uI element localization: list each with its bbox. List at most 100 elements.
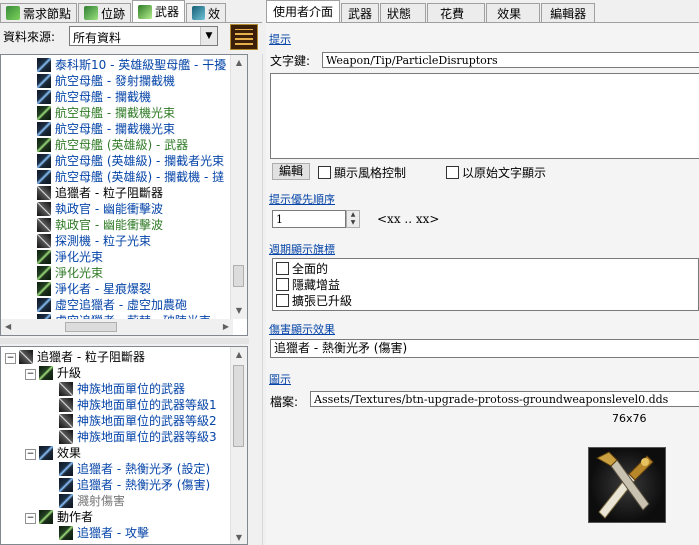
edit-button[interactable]: 編輯 — [272, 163, 310, 180]
tree-leaf[interactable]: 濺射傷害 — [5, 493, 217, 509]
tab-weapons[interactable]: 武器 — [132, 0, 186, 22]
scroll-up-icon[interactable]: ▲ — [231, 347, 247, 363]
horizontal-splitter[interactable] — [0, 338, 262, 344]
unit-portrait-icon — [37, 218, 51, 232]
flag-item[interactable]: 隱藏增益 — [273, 277, 698, 293]
flag-item[interactable]: 擴張已升級 — [273, 293, 698, 309]
tab-editor[interactable]: 編輯器 — [541, 3, 596, 22]
collapse-icon[interactable]: − — [25, 513, 36, 524]
list-item[interactable]: 追獵者 - 粒子阻斷器 — [37, 185, 226, 201]
scroll-down-icon[interactable]: ▼ — [231, 530, 247, 544]
checkbox-icon[interactable] — [276, 278, 289, 291]
tree-leaf[interactable]: 追獵者 - 熱衡光矛 (設定) — [5, 461, 217, 477]
tree-scroll-thumb[interactable] — [233, 365, 244, 447]
list-item-label: 航空母艦 (英雄級) - 攔截機 - 撻 — [55, 170, 225, 184]
tree-group-upgrades[interactable]: − 升級 — [5, 365, 217, 381]
unit-portrait-icon — [37, 74, 51, 88]
style-control-checkbox[interactable]: 顯示風格控制 — [318, 164, 406, 181]
checkbox-icon[interactable] — [446, 166, 459, 179]
list-item[interactable]: 航空母艦 (英雄級) - 攔截機 - 撻 — [37, 169, 226, 185]
tab-effects[interactable]: 效 — [186, 3, 227, 22]
tree-node-label: 追獵者 - 粒子阻斷器 — [37, 350, 145, 364]
scroll-left-icon[interactable]: ◀ — [5, 319, 11, 335]
tree-leaf[interactable]: 神族地面單位的武器等級1 — [5, 397, 217, 413]
checkbox-icon[interactable] — [276, 294, 289, 307]
list-item[interactable]: 淨化光束 — [37, 249, 226, 265]
node-icon — [59, 398, 73, 412]
text-key-label: 文字鍵: — [270, 54, 311, 68]
node-icon — [6, 6, 20, 20]
tree-leaf[interactable]: 神族地面單位的武器等級3 — [5, 429, 217, 445]
icon-size-label: 76x76 — [612, 412, 647, 425]
tab-state[interactable]: 狀態 — [380, 3, 427, 22]
tree-node-label: 神族地面單位的武器等級1 — [77, 398, 217, 412]
checkbox-icon[interactable] — [318, 166, 331, 179]
source-dropdown[interactable]: 所有資料 ▼ — [69, 26, 218, 46]
tab-weapon[interactable]: 武器 — [341, 3, 380, 22]
right-tabbar: 使用者介面 武器 狀態 花費 效果 編輯器 — [266, 0, 699, 22]
tab-user-interface[interactable]: 使用者介面 — [266, 0, 341, 22]
tab-cost[interactable]: 花費 — [427, 3, 486, 22]
tab-requirement-nodes[interactable]: 需求節點 — [0, 3, 78, 22]
list-scroll-thumb[interactable] — [233, 265, 244, 287]
scroll-up-icon[interactable]: ▲ — [231, 55, 247, 71]
left-tabbar: 需求節點 位跡 武器 效 — [0, 0, 262, 22]
list-item[interactable]: 執政官 - 幽能衝擊波 — [37, 201, 226, 217]
collapse-icon[interactable]: − — [25, 449, 36, 460]
damage-effect-field[interactable]: 追獵者 - 熱衡光矛 (傷害) — [270, 339, 699, 358]
tree-group-effects[interactable]: − 效果 — [5, 445, 217, 461]
icon-file-field[interactable]: Assets/Textures/btn-upgrade-protoss-grou… — [310, 391, 699, 407]
vertical-splitter[interactable] — [249, 54, 263, 545]
tree-node-label: 追獵者 - 攻擊 — [77, 526, 149, 540]
checkbox-icon[interactable] — [276, 262, 289, 275]
tree-group-actors[interactable]: − 動作者 — [5, 509, 217, 525]
tab-footprints[interactable]: 位跡 — [78, 3, 132, 22]
tab-effect[interactable]: 效果 — [486, 3, 541, 22]
tree-root[interactable]: − 追獵者 - 粒子阻斷器 — [5, 349, 217, 365]
list-hscroll-thumb[interactable] — [65, 322, 117, 332]
source-value: 所有資料 — [73, 31, 122, 45]
flag-item[interactable]: 全面的 — [273, 261, 698, 277]
raw-text-checkbox[interactable]: 以原始文字顯示 — [446, 164, 546, 181]
node-icon — [59, 494, 73, 508]
node-icon — [59, 382, 73, 396]
text-key-field[interactable]: Weapon/Tip/ParticleDisruptors — [322, 52, 699, 68]
list-item-label: 執政官 - 幽能衝擊波 — [55, 218, 163, 232]
tree-node-label: 濺射傷害 — [77, 494, 126, 508]
scroll-down-icon[interactable]: ▼ — [231, 303, 247, 319]
collapse-icon[interactable]: − — [5, 353, 16, 364]
list-item[interactable]: 虛空追獵者 - 虛空加農砲 — [37, 297, 226, 313]
priority-input[interactable]: 1 — [272, 210, 346, 228]
list-scrollbar[interactable]: ▲ ▼ — [230, 55, 247, 319]
list-item[interactable]: 探測機 - 粒子光束 — [37, 233, 226, 249]
unit-portrait-icon — [37, 122, 51, 136]
list-item[interactable]: 航空母艦 - 攔截機光束 — [37, 105, 226, 121]
list-item[interactable]: 航空母艦 - 攔截機 — [37, 89, 226, 105]
list-item-label: 探測機 - 粒子光束 — [55, 234, 151, 248]
list-item[interactable]: 執政官 - 幽能衝擊波 — [37, 217, 226, 233]
list-item[interactable]: 泰科斯10 - 英雄級聖母艦 - 干擾 — [37, 57, 226, 73]
list-item[interactable]: 航空母艦 - 攔截機光束 — [37, 121, 226, 137]
tree-node-label: 神族地面單位的武器等級3 — [77, 430, 217, 444]
list-item[interactable]: 航空母艦 - 發射攔截機 — [37, 73, 226, 89]
list-item[interactable]: 淨化者 - 星痕爆裂 — [37, 281, 226, 297]
collapse-icon[interactable]: − — [25, 369, 36, 380]
scroll-right-icon[interactable]: ▶ — [223, 319, 229, 335]
priority-spinner[interactable]: ▲ ▼ — [346, 210, 360, 228]
list-item-label: 航空母艦 (英雄級) - 攔截者光束 — [55, 154, 225, 168]
tree-leaf[interactable]: 神族地面單位的武器等級2 — [5, 413, 217, 429]
list-item[interactable]: 航空母艦 (英雄級) - 攔截者光束 — [37, 153, 226, 169]
list-item[interactable]: 淨化光束 — [37, 265, 226, 281]
tree-leaf[interactable]: 追獵者 - 攻擊 — [5, 525, 217, 541]
hint-text-area[interactable] — [270, 73, 699, 159]
priority-section-title: 提示優先順序 — [269, 193, 335, 206]
list-item[interactable]: 航空母艦 (英雄級) - 武器 — [37, 137, 226, 153]
tree-leaf[interactable]: 神族地面單位的武器 — [5, 381, 217, 397]
list-item-label: 航空母艦 - 攔截機光束 — [55, 106, 175, 120]
source-label: 資料來源: — [3, 30, 56, 44]
chevron-down-icon[interactable]: ▼ — [200, 27, 217, 45]
view-toggle-button[interactable] — [230, 24, 258, 50]
tree-leaf[interactable]: 追獵者 - 熱衡光矛 (傷害) — [5, 477, 217, 493]
list-hscrollbar[interactable]: ◀ ▶ — [1, 319, 233, 335]
tree-scrollbar[interactable]: ▲ ▼ — [230, 347, 247, 544]
